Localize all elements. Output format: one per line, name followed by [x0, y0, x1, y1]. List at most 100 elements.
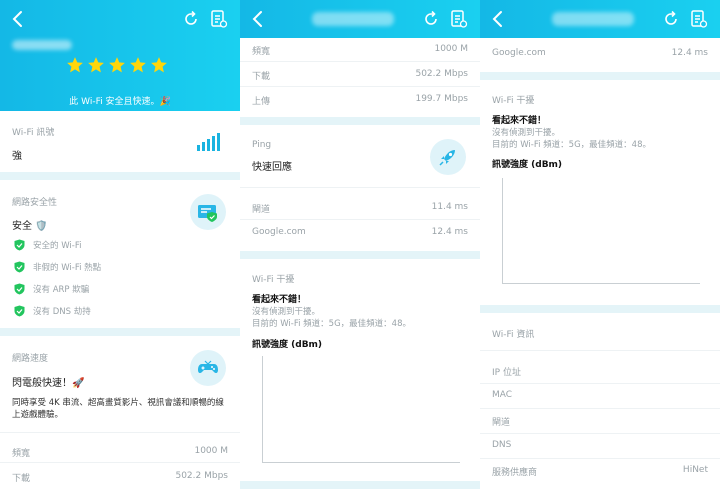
divider: [0, 462, 240, 463]
network-name-blurred: [552, 12, 634, 26]
chevron-left-icon[interactable]: [250, 9, 266, 29]
shield-check-icon: [14, 305, 25, 317]
gateway-value: 11.4 ms: [431, 202, 468, 212]
bandwidth-label: 頻寬: [12, 449, 31, 459]
wifi-info-label: Wi-Fi 資訊: [492, 330, 535, 340]
upload-label: 上傳: [252, 97, 271, 107]
panel-overview: 此 Wi-Fi 安全且快速。🎉 Wi-Fi 訊號 強 網路安全性 安全 🛡️ 安…: [0, 0, 240, 489]
divider: [480, 350, 720, 351]
app-header: [240, 0, 480, 38]
safe-message: 此 Wi-Fi 安全且快速。🎉: [69, 97, 171, 107]
signal-strength-label: 訊號強度 (dBm): [252, 340, 323, 350]
info-row-label: 服務供應商: [492, 468, 538, 478]
divider: [480, 433, 720, 434]
network-shield-icon: [198, 205, 217, 222]
interference-label: Wi-Fi 干擾: [252, 275, 295, 285]
info-row-value: HiNet: [682, 465, 708, 475]
divider: [480, 408, 720, 409]
divider: [240, 61, 480, 62]
google-label: Google.com: [252, 227, 306, 237]
network-name-blurred: [12, 40, 72, 50]
google-value: 12.4 ms: [671, 48, 708, 58]
ping-value: 快速回應: [252, 162, 292, 173]
refresh-icon[interactable]: [422, 10, 440, 28]
star-icon: [109, 57, 125, 73]
speed-desc-line2: 上遊戲體驗。: [12, 410, 64, 420]
app-header: [0, 0, 240, 38]
security-check-item: 沒有 DNS 劫持: [14, 304, 91, 318]
report-icon[interactable]: [450, 9, 468, 29]
signal-chart-area: [262, 356, 460, 463]
security-check-item: 安全的 Wi-Fi: [14, 238, 81, 252]
rocket-icon: [439, 150, 455, 166]
security-check-label: 沒有 ARP 欺騙: [33, 285, 90, 295]
network-name-blurred: [312, 12, 394, 26]
bandwidth-value: 1000 M: [194, 446, 228, 456]
interference-line2: 目前的 Wi-Fi 頻道：5G，最佳頻道：48。: [252, 319, 411, 329]
speed-icon-bg: [190, 350, 226, 386]
download-label: 下載: [252, 72, 271, 82]
star-icon: [88, 57, 104, 73]
info-row-label: DNS: [492, 440, 512, 450]
star-icon: [130, 57, 146, 73]
wifi-signal-value: 強: [12, 151, 22, 162]
gamepad-icon: [198, 360, 218, 374]
interference-label: Wi-Fi 干擾: [492, 96, 535, 106]
security-label: 網路安全性: [12, 198, 58, 208]
divider: [480, 72, 720, 80]
download-value: 502.2 Mbps: [415, 69, 468, 79]
refresh-icon[interactable]: [662, 10, 680, 28]
rating-stars: [66, 56, 168, 74]
hero-banner: 此 Wi-Fi 安全且快速。🎉: [0, 38, 240, 111]
divider: [240, 219, 480, 220]
info-row-label: MAC: [492, 390, 513, 400]
security-check-item: 非假的 Wi-Fi 熱點: [14, 260, 101, 274]
interference-line1: 沒有偵測到干擾。: [492, 128, 561, 138]
info-row-label: 閘道: [492, 418, 511, 428]
bandwidth-label: 頻寬: [252, 47, 271, 57]
divider: [0, 328, 240, 336]
interference-title: 看起來不錯！: [492, 116, 547, 126]
signal-chart-area: [502, 178, 700, 284]
speed-label: 網路速度: [12, 354, 49, 364]
upload-value: 199.7 Mbps: [415, 94, 468, 104]
chevron-left-icon[interactable]: [490, 9, 506, 29]
report-icon[interactable]: [690, 9, 708, 29]
bandwidth-value: 1000 M: [434, 44, 468, 54]
shield-check-icon: [14, 261, 25, 273]
divider: [240, 86, 480, 87]
divider: [240, 481, 480, 489]
security-check-item: 沒有 ARP 欺騙: [14, 282, 89, 296]
wifi-signal-label: Wi-Fi 訊號: [12, 128, 55, 138]
interference-line2: 目前的 Wi-Fi 頻道：5G，最佳頻道：48。: [492, 140, 651, 150]
security-check-label: 非假的 Wi-Fi 熱點: [33, 263, 102, 273]
security-check-label: 安全的 Wi-Fi: [33, 241, 82, 251]
shield-check-icon: [14, 239, 25, 251]
panel-info: Google.com 12.4 ms Wi-Fi 干擾 看起來不錯！ 沒有偵測到…: [480, 0, 720, 489]
security-value: 安全 🛡️: [12, 221, 48, 232]
google-value: 12.4 ms: [431, 227, 468, 237]
chevron-left-icon[interactable]: [10, 9, 26, 29]
google-label: Google.com: [492, 48, 546, 58]
refresh-icon[interactable]: [182, 10, 200, 28]
security-check-label: 沒有 DNS 劫持: [33, 307, 91, 317]
ping-label: Ping: [252, 140, 272, 150]
ping-icon-bg: [430, 139, 466, 175]
divider: [480, 383, 720, 384]
gateway-label: 閘道: [252, 205, 271, 215]
download-label: 下載: [12, 474, 31, 484]
speed-desc-line1: 同時享受 4K 串流、超高畫質影片、視訊會議和順暢的線: [12, 398, 224, 408]
app-header: [480, 0, 720, 38]
divider: [0, 432, 240, 433]
signal-bars-icon: [197, 133, 220, 151]
info-row-label: IP 位址: [492, 368, 521, 378]
divider: [0, 172, 240, 180]
speed-title: 閃電般快速！🚀: [12, 378, 85, 389]
interference-line1: 沒有偵測到干擾。: [252, 307, 321, 317]
shield-check-icon: [14, 283, 25, 295]
divider: [240, 187, 480, 188]
divider: [480, 458, 720, 459]
interference-title: 看起來不錯！: [252, 295, 307, 305]
report-icon[interactable]: [210, 9, 228, 29]
divider: [480, 305, 720, 313]
